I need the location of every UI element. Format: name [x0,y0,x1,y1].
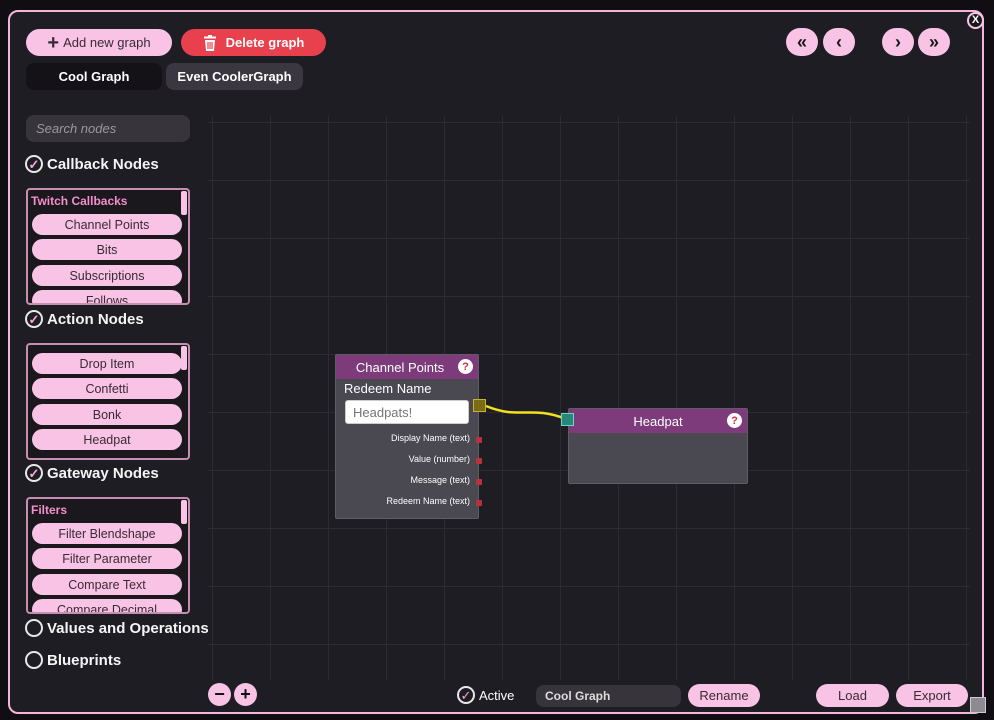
chevron-right-icon: › [895,31,901,52]
node-item-subscriptions[interactable]: Subscriptions [32,265,182,286]
input-port[interactable] [473,399,486,412]
close-button[interactable]: X [967,12,984,29]
category-action-nodes[interactable]: ✓ Action Nodes [25,310,144,328]
trigger-input-port[interactable] [561,413,574,426]
category-label: Action Nodes [47,310,144,328]
node-item-filter-parameter[interactable]: Filter Parameter [32,548,182,569]
double-chevron-left-icon: « [796,31,807,52]
next-page-button[interactable]: › [882,28,914,56]
node-item-confetti[interactable]: Confetti [32,378,182,399]
scrollbar-thumb[interactable] [181,191,187,215]
zoom-in-button[interactable]: + [234,683,257,706]
category-blueprints[interactable]: Blueprints [25,651,121,669]
node-item-headpat[interactable]: Headpat [32,429,182,450]
output-port[interactable] [476,479,482,485]
node-item-compare-decimal[interactable]: Compare Decimal [32,599,182,612]
output-port-label: Redeem Name (text) [386,496,470,506]
last-page-button[interactable]: » [918,28,950,56]
chevron-left-icon: ‹ [836,31,842,52]
node-item-drop-item[interactable]: Drop Item [32,353,182,374]
category-gateway-nodes[interactable]: ✓ Gateway Nodes [25,464,159,482]
minus-icon: − [214,684,225,704]
node-item-compare-text[interactable]: Compare Text [32,574,182,595]
resize-handle[interactable] [970,697,986,713]
category-label: Values and Operations [47,619,209,637]
output-port[interactable] [476,500,482,506]
node-header[interactable]: Headpat [569,409,747,433]
node-item-follows[interactable]: Follows [32,290,182,303]
search-nodes-input[interactable] [26,115,190,142]
field-label: Redeem Name [344,381,432,396]
output-port-label: Value (number) [408,454,470,464]
active-toggle[interactable]: ✓ Active [457,686,514,704]
first-page-button[interactable]: « [786,28,818,56]
redeem-name-input[interactable] [345,400,469,424]
double-chevron-right-icon: » [928,31,939,52]
delete-graph-label: Delete graph [225,35,305,50]
tab-even-cooler-graph[interactable]: Even CoolerGraph [166,63,303,90]
checkbox-checked-icon[interactable]: ✓ [25,155,43,173]
category-label: Blueprints [47,651,122,669]
help-icon[interactable]: ? [727,413,742,428]
output-port-label: Display Name (text) [390,433,470,443]
scrollbar-thumb[interactable] [181,346,187,370]
checkbox-unchecked-icon[interactable] [25,651,43,669]
graph-name-input[interactable] [536,685,681,707]
list-header: Twitch Callbacks [31,194,128,208]
callback-nodes-list[interactable]: Twitch Callbacks Channel Points Bits Sub… [26,188,190,305]
scrollbar-thumb[interactable] [181,500,187,524]
output-port[interactable] [476,458,482,464]
help-icon[interactable]: ? [458,359,473,374]
node-title: Channel Points [355,359,445,375]
node-title: Headpat [633,413,683,429]
delete-graph-button[interactable]: Delete graph [181,29,326,56]
add-graph-button[interactable]: + Add new graph [26,29,172,56]
add-graph-label: Add new graph [63,35,151,50]
node-headpat[interactable]: Headpat ? [568,408,748,484]
node-channel-points[interactable]: Channel Points ? Redeem Name Display Nam… [335,354,486,519]
rename-button[interactable]: Rename [688,684,760,707]
previous-page-button[interactable]: ‹ [823,28,855,56]
trash-icon [203,34,217,51]
list-header: Filters [31,503,68,517]
export-button[interactable]: Export [896,684,968,707]
plus-icon: + [240,684,251,704]
active-label: Active [479,687,515,703]
node-item-bits[interactable]: Bits [32,239,182,260]
checkbox-unchecked-icon[interactable] [25,619,43,637]
action-nodes-list[interactable]: Drop Item Confetti Bonk Headpat [26,343,190,460]
checkbox-checked-icon[interactable]: ✓ [25,464,43,482]
plus-icon: + [47,31,60,54]
output-port-label: Message (text) [410,475,470,485]
zoom-out-button[interactable]: − [208,683,231,706]
tab-cool-graph[interactable]: Cool Graph [26,63,162,90]
category-label: Gateway Nodes [47,464,159,482]
node-graph-canvas[interactable] [208,116,970,680]
load-button[interactable]: Load [816,684,889,707]
category-callback-nodes[interactable]: ✓ Callback Nodes [25,155,159,173]
checkbox-checked-icon[interactable]: ✓ [457,686,475,704]
category-values-and-operations[interactable]: Values and Operations [25,619,209,637]
node-header[interactable]: Channel Points [336,355,478,379]
node-item-filter-blendshape[interactable]: Filter Blendshape [32,523,182,544]
node-item-channel-points[interactable]: Channel Points [32,214,182,235]
category-label: Callback Nodes [47,155,159,173]
node-item-bonk[interactable]: Bonk [32,404,182,425]
output-port[interactable] [476,437,482,443]
gateway-nodes-list[interactable]: Filters Filter Blendshape Filter Paramet… [26,497,190,614]
checkbox-checked-icon[interactable]: ✓ [25,310,43,328]
